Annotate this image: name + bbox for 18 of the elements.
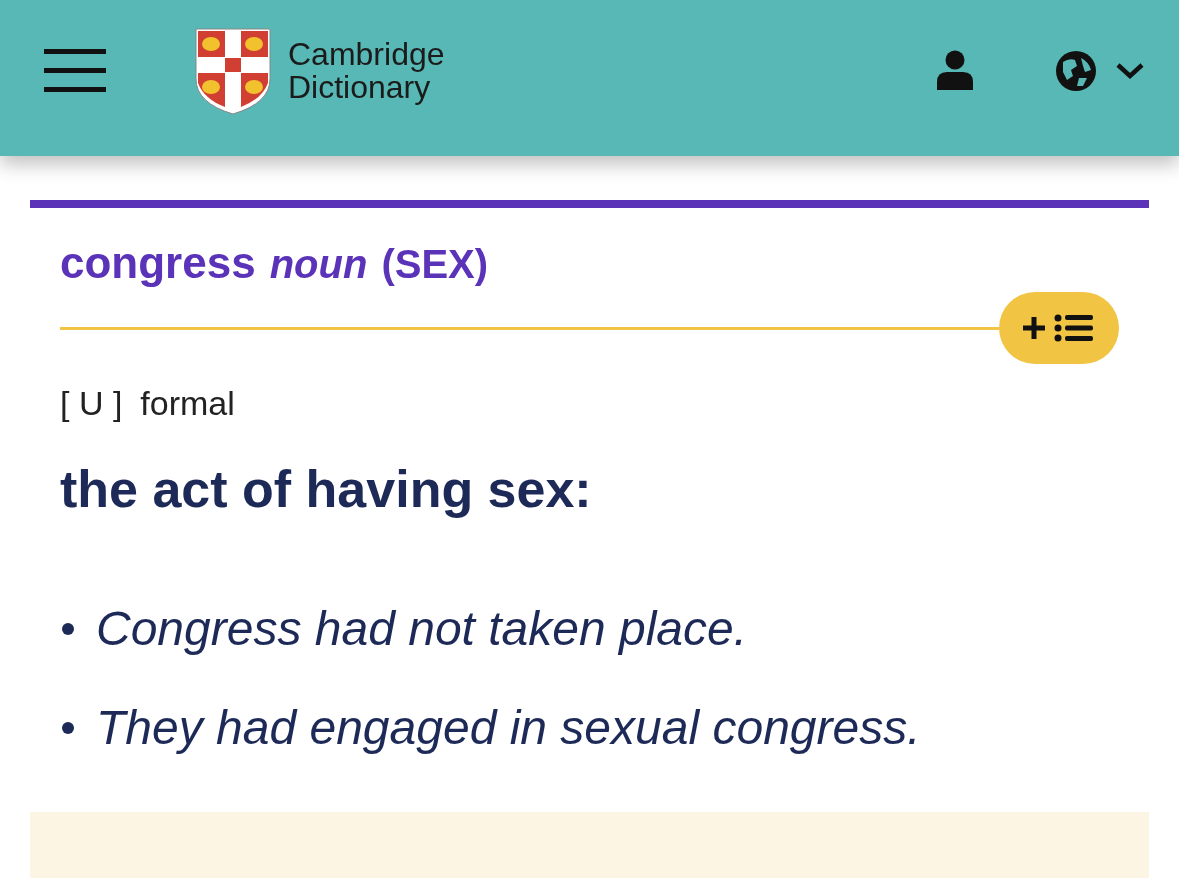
- menu-icon[interactable]: [44, 49, 106, 93]
- register-label: formal: [140, 384, 235, 423]
- bullet-icon: [62, 622, 74, 635]
- language-button[interactable]: [1055, 50, 1145, 92]
- chevron-down-icon: [1115, 61, 1145, 81]
- bullet-icon: [62, 721, 74, 734]
- globe-icon: [1055, 50, 1097, 92]
- shield-icon: [194, 27, 272, 115]
- example-sentence: They had engaged in sexual congress.: [96, 700, 921, 755]
- part-of-speech: noun: [269, 242, 368, 287]
- example-sentence: Congress had not taken place.: [96, 601, 748, 656]
- logo-text[interactable]: Cambridge Dictionary: [288, 38, 445, 104]
- guide-word: (SEX): [381, 242, 489, 287]
- headword: congress: [60, 238, 256, 288]
- grammar-code: [ U ]: [60, 384, 123, 423]
- definition: the act of having sex:: [59, 459, 593, 519]
- add-to-list-icon: [1023, 313, 1095, 343]
- user-icon[interactable]: [937, 50, 973, 90]
